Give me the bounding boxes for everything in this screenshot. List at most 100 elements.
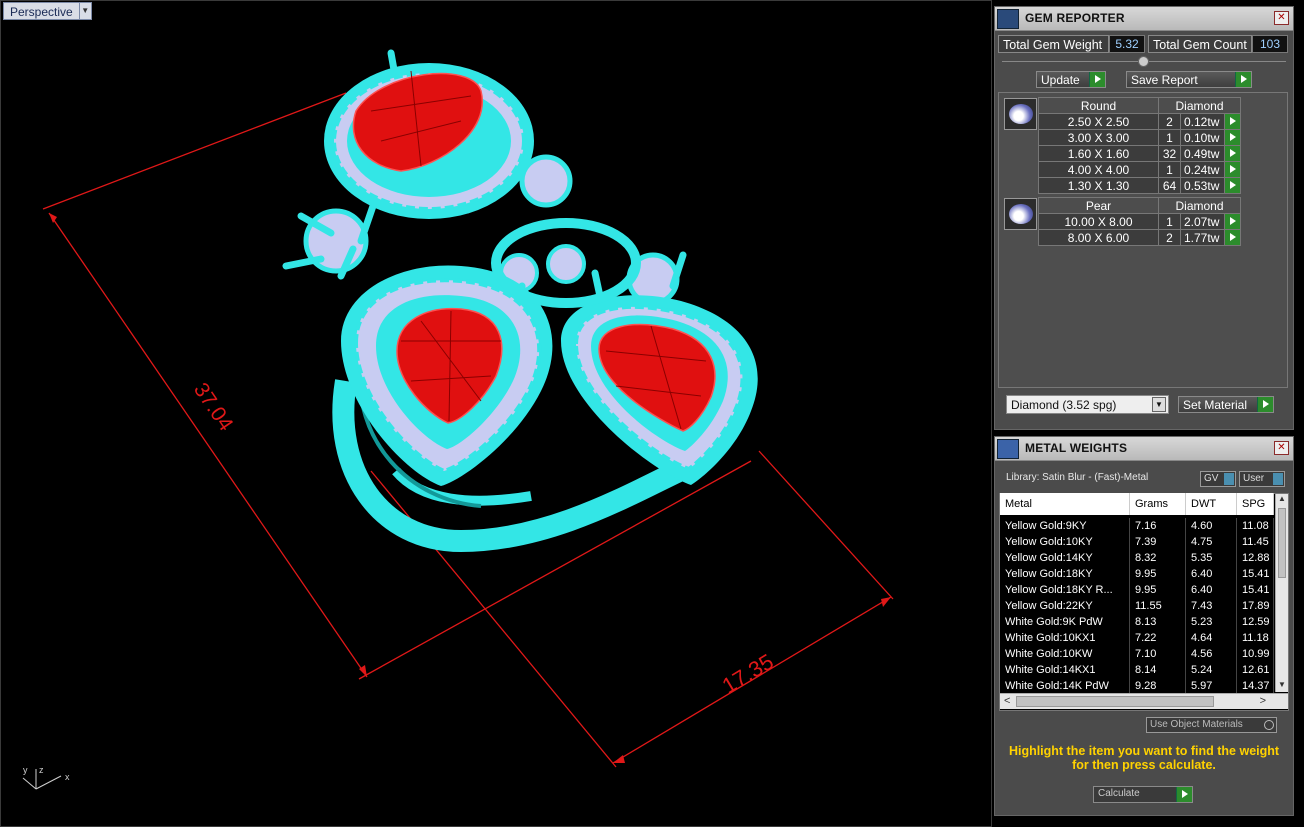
table-row[interactable]: White Gold:14KX1 8.14 5.24 12.61 xyxy=(1000,662,1274,678)
total-gem-count-label: Total Gem Count xyxy=(1148,35,1252,53)
metal-grams: 8.32 xyxy=(1130,550,1186,566)
chevron-down-icon[interactable]: ▼ xyxy=(1152,397,1166,412)
gem-row[interactable]: 10.00 X 8.00 1 2.07tw xyxy=(1038,213,1241,230)
play-arrow-icon[interactable] xyxy=(1224,161,1241,178)
column-header-dwt[interactable]: DWT xyxy=(1186,493,1237,515)
play-arrow-icon[interactable] xyxy=(1224,145,1241,162)
top-pear-halo xyxy=(324,63,534,219)
gem-weight: 0.24tw xyxy=(1180,161,1225,178)
calculate-button[interactable]: Calculate xyxy=(1093,786,1193,803)
axis-z-label: z xyxy=(39,765,44,775)
metal-name: White Gold:14K PdW xyxy=(1000,678,1130,693)
metal-name: Yellow Gold:14KY xyxy=(1000,550,1130,566)
material-select[interactable]: Diamond (3.52 spg) ▼ xyxy=(1006,395,1169,414)
viewport-label-tab[interactable]: Perspective ▼ xyxy=(3,2,92,20)
metal-name: White Gold:9K PdW xyxy=(1000,614,1130,630)
metal-table[interactable]: Metal Grams DWT SPG Yellow Gold:9KY 7.16 4… xyxy=(1000,493,1274,693)
gem-row[interactable]: 1.30 X 1.30 64 0.53tw xyxy=(1038,177,1241,194)
table-row[interactable]: White Gold:10KW 7.10 4.56 10.99 xyxy=(1000,646,1274,662)
gem-size: 8.00 X 6.00 xyxy=(1038,229,1159,246)
table-row[interactable]: Yellow Gold:10KY 7.39 4.75 11.45 xyxy=(1000,534,1274,550)
metal-name: Yellow Gold:9KY xyxy=(1000,518,1130,534)
play-arrow-icon[interactable] xyxy=(1224,113,1241,130)
viewport-menu-arrow-icon[interactable]: ▼ xyxy=(79,2,92,20)
play-arrow-icon[interactable] xyxy=(1224,129,1241,146)
splitter-handle-icon[interactable] xyxy=(1138,56,1149,67)
scroll-up-icon[interactable]: ▲ xyxy=(1276,494,1288,506)
toggle-indicator-icon xyxy=(1224,473,1234,485)
gem-material-header: Diamond xyxy=(1158,197,1241,214)
use-object-materials-toggle[interactable]: Use Object Materials xyxy=(1146,717,1277,733)
table-row[interactable]: Yellow Gold:22KY 11.55 7.43 17.89 xyxy=(1000,598,1274,614)
metal-spg: 12.61 xyxy=(1237,662,1274,678)
metal-dwt: 4.60 xyxy=(1186,518,1237,534)
viewport-label[interactable]: Perspective xyxy=(3,2,80,20)
gem-shape-header: Pear xyxy=(1038,197,1159,214)
user-toggle[interactable]: User xyxy=(1239,471,1285,487)
round-gem-table: Round Diamond 2.50 X 2.50 2 0.12tw 3.00 X … xyxy=(1038,97,1241,194)
pear-gem-table: Pear Diamond 10.00 X 8.00 1 2.07tw 8.00 X … xyxy=(1038,197,1241,246)
ring-model-scene[interactable]: 37.04 17.35 z y x xyxy=(1,1,992,827)
metal-name: Yellow Gold:10KY xyxy=(1000,534,1130,550)
scroll-left-icon[interactable]: < xyxy=(1004,695,1010,707)
metal-name: White Gold:10KW xyxy=(1000,646,1130,662)
gem-row[interactable]: 8.00 X 6.00 2 1.77tw xyxy=(1038,229,1241,246)
table-row[interactable]: Yellow Gold:9KY 7.16 4.60 11.08 xyxy=(1000,518,1274,534)
gv-toggle[interactable]: GV xyxy=(1200,471,1236,487)
table-row[interactable]: White Gold:9K PdW 8.13 5.23 12.59 xyxy=(1000,614,1274,630)
metal-name: White Gold:10KX1 xyxy=(1000,630,1130,646)
table-row[interactable]: White Gold:10KX1 7.22 4.64 11.18 xyxy=(1000,630,1274,646)
save-report-button-label: Save Report xyxy=(1131,73,1198,87)
gem-weight: 1.77tw xyxy=(1180,229,1225,246)
gem-size: 3.00 X 3.00 xyxy=(1038,129,1159,146)
table-row[interactable]: Yellow Gold:18KY 9.95 6.40 15.41 xyxy=(1000,566,1274,582)
metal-spg: 14.37 xyxy=(1237,678,1274,693)
vertical-scrollbar[interactable]: ▲ ▼ xyxy=(1275,494,1288,692)
metal-name: White Gold:14KX1 xyxy=(1000,662,1130,678)
save-report-button[interactable]: Save Report xyxy=(1126,71,1252,88)
close-icon[interactable]: ✕ xyxy=(1274,11,1289,25)
metal-grams: 7.16 xyxy=(1130,518,1186,534)
metal-spg: 11.08 xyxy=(1237,518,1274,534)
update-button[interactable]: Update xyxy=(1036,71,1106,88)
gem-weight: 0.12tw xyxy=(1180,113,1225,130)
play-arrow-icon xyxy=(1089,72,1105,87)
pear-gem-icon xyxy=(1004,198,1037,230)
scroll-down-icon[interactable]: ▼ xyxy=(1276,680,1288,692)
metal-grams: 7.10 xyxy=(1130,646,1186,662)
scrollbar-thumb[interactable] xyxy=(1278,508,1286,578)
metal-weights-title: METAL WEIGHTS xyxy=(1025,441,1128,455)
set-material-button[interactable]: Set Material xyxy=(1178,396,1274,413)
gem-size: 4.00 X 4.00 xyxy=(1038,161,1159,178)
column-header-grams[interactable]: Grams xyxy=(1130,493,1186,515)
horizontal-scrollbar[interactable]: < > xyxy=(1000,693,1288,709)
gem-count: 2 xyxy=(1158,113,1181,130)
right-pear-halo xyxy=(561,295,758,485)
metal-dwt: 5.23 xyxy=(1186,614,1237,630)
column-header-metal[interactable]: Metal xyxy=(1000,493,1130,515)
metal-spg: 11.18 xyxy=(1237,630,1274,646)
calculate-instruction: Highlight the item you want to find the … xyxy=(1008,744,1280,772)
gem-row[interactable]: 2.50 X 2.50 2 0.12tw xyxy=(1038,113,1241,130)
gem-reporter-titlebar[interactable]: GEM REPORTER ✕ xyxy=(995,7,1293,31)
gem-weight: 0.10tw xyxy=(1180,129,1225,146)
table-row[interactable]: Yellow Gold:14KY 8.32 5.35 12.88 xyxy=(1000,550,1274,566)
metal-weights-titlebar[interactable]: METAL WEIGHTS ✕ xyxy=(995,437,1293,461)
use-object-materials-label: Use Object Materials xyxy=(1150,719,1243,730)
play-arrow-icon[interactable] xyxy=(1224,213,1241,230)
column-header-spg[interactable]: SPG xyxy=(1237,493,1274,515)
scrollbar-thumb[interactable] xyxy=(1016,696,1214,707)
perspective-viewport[interactable]: 37.04 17.35 z y x Perspective ▼ xyxy=(0,0,992,827)
gem-row[interactable]: 1.60 X 1.60 32 0.49tw xyxy=(1038,145,1241,162)
gem-row[interactable]: 3.00 X 3.00 1 0.10tw xyxy=(1038,129,1241,146)
play-arrow-icon[interactable] xyxy=(1224,177,1241,194)
gem-material-header: Diamond xyxy=(1158,97,1241,114)
gem-reporter-title: GEM REPORTER xyxy=(1025,11,1125,25)
gem-row[interactable]: 4.00 X 4.00 1 0.24tw xyxy=(1038,161,1241,178)
close-icon[interactable]: ✕ xyxy=(1274,441,1289,455)
table-row[interactable]: White Gold:14K PdW 9.28 5.97 14.37 xyxy=(1000,678,1274,693)
table-row[interactable]: Yellow Gold:18KY R... 9.95 6.40 15.41 xyxy=(1000,582,1274,598)
scroll-right-icon[interactable]: > xyxy=(1260,695,1266,707)
radio-icon xyxy=(1264,720,1274,730)
play-arrow-icon[interactable] xyxy=(1224,229,1241,246)
